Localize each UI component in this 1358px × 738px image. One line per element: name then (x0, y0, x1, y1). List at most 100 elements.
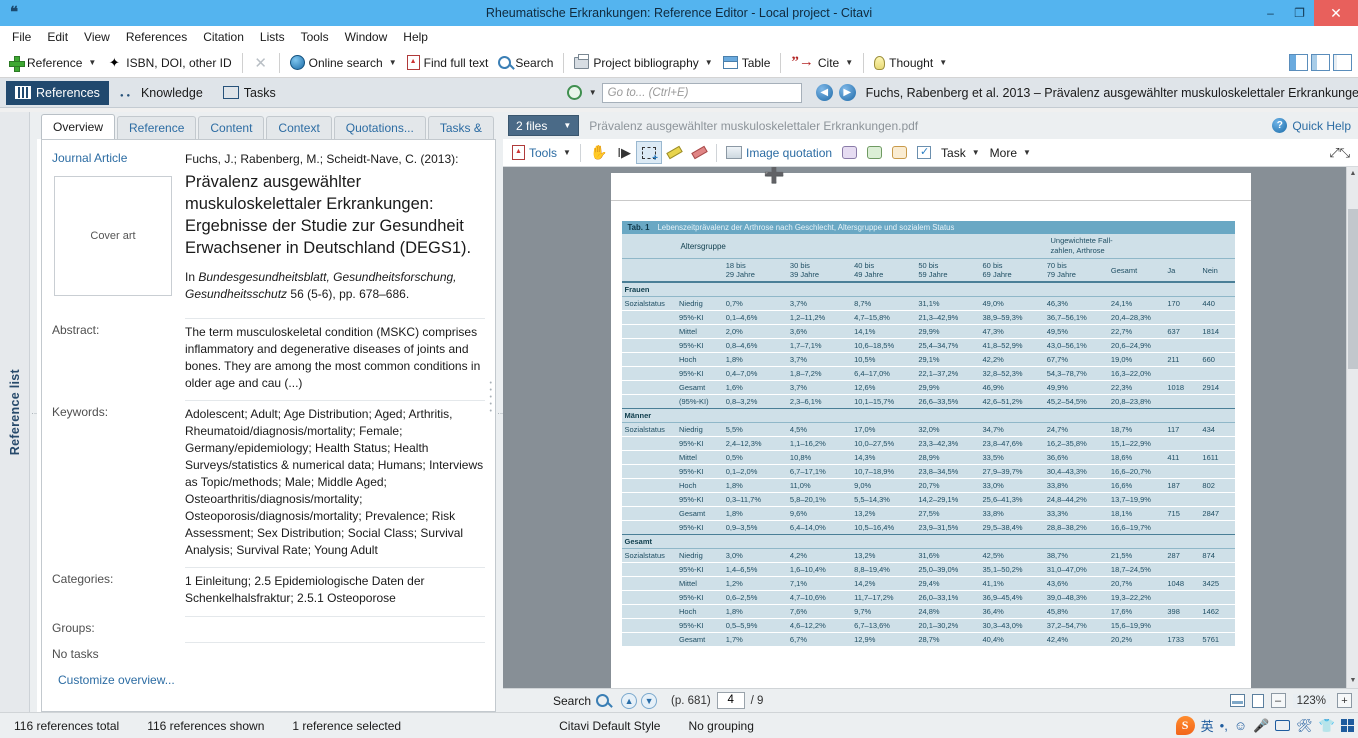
area-select-tool-button[interactable] (635, 141, 662, 164)
microphone-icon[interactable]: 🎤 (1253, 718, 1269, 734)
isbn-doi-button[interactable]: ✦ ISBN, DOI, other ID (101, 50, 236, 76)
tab-quotations[interactable]: Quotations... (333, 116, 426, 139)
panel-scroll-grip-icon[interactable]: • • • • • (490, 380, 492, 415)
tab-reference[interactable]: Reference (117, 116, 197, 139)
menu-window[interactable]: Window (337, 28, 396, 46)
chevron-down-icon[interactable]: ▼ (88, 58, 96, 67)
cite-button[interactable]: ”→ Cite ▼ (786, 50, 858, 76)
menu-edit[interactable]: Edit (39, 28, 76, 46)
task-dropdown[interactable]: Task ▼ (936, 141, 985, 164)
pdf-page-view[interactable]: ➕ Tab. 1 Lebenszeitprävalenz der Arthros… (503, 167, 1358, 688)
chevron-down-icon[interactable]: ▼ (845, 58, 853, 67)
fullscreen-icon[interactable]: ⤢⤡ (1329, 145, 1350, 161)
groups-value[interactable] (185, 616, 485, 639)
history-clock-icon[interactable] (566, 85, 582, 100)
previous-reference-icon[interactable]: ◀ (815, 84, 833, 101)
menu-file[interactable]: File (4, 28, 39, 46)
chevron-down-icon[interactable]: ▼ (389, 58, 397, 67)
new-reference-button[interactable]: Reference ▼ (4, 50, 101, 76)
customize-overview-link[interactable]: Customize overview... (42, 665, 495, 687)
categories-value[interactable]: 1 Einleitung; 2.5 Epidemiologische Daten… (185, 566, 485, 607)
scroll-down-icon[interactable]: ▼ (1347, 674, 1358, 688)
nav-tasks[interactable]: Tasks (214, 81, 285, 105)
input-language-icon[interactable]: 英 (1201, 716, 1214, 735)
text-select-tool-button[interactable]: I▶ (612, 141, 636, 164)
reference-list-strip[interactable]: Reference list (0, 112, 30, 712)
highlight-red-button[interactable] (687, 141, 712, 164)
tab-overview[interactable]: Overview (41, 114, 116, 139)
menu-citation[interactable]: Citation (195, 28, 252, 46)
task-checkbox-button[interactable] (912, 141, 936, 164)
layout-three-pane-icon[interactable] (1289, 54, 1308, 71)
menu-tools[interactable]: Tools (293, 28, 337, 46)
highlight-yellow-button[interactable] (662, 141, 687, 164)
status-grouping[interactable]: No grouping (674, 719, 767, 733)
fit-page-icon[interactable] (1251, 693, 1264, 708)
menu-help[interactable]: Help (395, 28, 436, 46)
search-button[interactable]: Search (493, 50, 558, 76)
layout-two-pane-icon[interactable] (1311, 54, 1330, 71)
scroll-up-icon[interactable]: ▲ (1347, 167, 1358, 181)
keywords-value[interactable]: Adolescent; Adult; Age Distribution; Age… (185, 399, 485, 559)
menu-references[interactable]: References (118, 28, 195, 46)
table-button[interactable]: Table (718, 50, 776, 76)
menu-view[interactable]: View (76, 28, 118, 46)
pdf-page-input[interactable]: 4 (716, 692, 745, 709)
chevron-down-icon[interactable]: ▼ (1023, 148, 1031, 157)
more-dropdown[interactable]: More ▼ (985, 141, 1036, 164)
search-previous-button[interactable]: ▲ (621, 692, 638, 709)
left-splitter[interactable]: ⋮ (30, 112, 38, 712)
app-grid-icon[interactable] (1341, 719, 1354, 732)
status-citation-style[interactable]: Citavi Default Style (545, 719, 674, 733)
close-button[interactable]: ✕ (1314, 0, 1358, 26)
fit-width-icon[interactable] (1229, 694, 1245, 707)
pdf-search-area[interactable]: Search (553, 694, 610, 708)
skin-icon[interactable]: 👕 (1319, 718, 1335, 734)
cover-art-placeholder[interactable]: Cover art (54, 176, 172, 297)
hand-tool-button[interactable]: ✋ (585, 141, 612, 164)
nav-knowledge[interactable]: Knowledge (111, 81, 212, 105)
find-full-text-button[interactable]: Find full text (402, 50, 494, 76)
chevron-down-icon[interactable]: ▼ (939, 58, 947, 67)
restore-button[interactable]: ❐ (1285, 0, 1314, 26)
abstract-value[interactable]: The term musculoskeletal condition (MSKC… (185, 317, 485, 392)
files-dropdown[interactable]: 2 files ▼ (508, 115, 580, 136)
tasks-value[interactable] (185, 642, 485, 665)
emoji-icon[interactable]: ☺ (1234, 718, 1247, 733)
sogou-ime-icon[interactable]: S (1175, 716, 1195, 735)
zoom-in-button[interactable]: + (1337, 693, 1352, 708)
search-next-button[interactable]: ▼ (641, 692, 658, 709)
tab-tasks-locations[interactable]: Tasks & loc... (427, 116, 494, 157)
punctuation-icon[interactable]: •, (1220, 718, 1228, 733)
project-bibliography-button[interactable]: Project bibliography ▼ (569, 50, 717, 76)
delete-reference-button[interactable]: ✕ (248, 50, 274, 76)
thought-button[interactable]: Thought ▼ (869, 50, 952, 76)
zoom-out-button[interactable]: – (1270, 693, 1286, 708)
chevron-down-icon[interactable]: ▼ (563, 148, 571, 157)
online-search-button[interactable]: Online search ▼ (285, 50, 402, 76)
chevron-down-icon[interactable]: ▼ (705, 58, 713, 67)
tab-context[interactable]: Context (266, 116, 332, 139)
pdf-tools-button[interactable]: Tools ▼ (507, 141, 576, 164)
keyboard-icon[interactable] (1275, 720, 1291, 731)
tab-content[interactable]: Content (198, 116, 265, 139)
quick-help-button[interactable]: ? Quick Help (1272, 118, 1351, 133)
center-splitter[interactable]: ⋮ (496, 112, 504, 712)
minimize-button[interactable]: – (1256, 0, 1285, 26)
pdf-scroll-thumb[interactable] (1348, 209, 1358, 369)
next-reference-icon[interactable]: ▶ (838, 84, 856, 101)
comment-button[interactable] (887, 141, 912, 164)
search-icon[interactable] (596, 694, 610, 707)
reference-type-label[interactable]: Journal Article (52, 146, 185, 168)
layout-single-pane-icon[interactable] (1333, 54, 1352, 71)
image-quotation-button[interactable]: Image quotation (721, 141, 837, 164)
pdf-scrollbar[interactable]: ▲ ▼ (1346, 167, 1358, 688)
chevron-down-icon[interactable]: ▼ (589, 88, 597, 97)
goto-input[interactable]: Go to... (Ctrl+E) (601, 82, 802, 103)
chevron-down-icon[interactable]: ▼ (972, 148, 980, 157)
indirect-quotation-button[interactable] (862, 141, 887, 164)
toolbox-icon[interactable]: 🛠 (1296, 718, 1313, 734)
direct-quotation-button[interactable] (837, 141, 862, 164)
nav-references[interactable]: References (6, 80, 109, 105)
menu-lists[interactable]: Lists (252, 28, 293, 46)
